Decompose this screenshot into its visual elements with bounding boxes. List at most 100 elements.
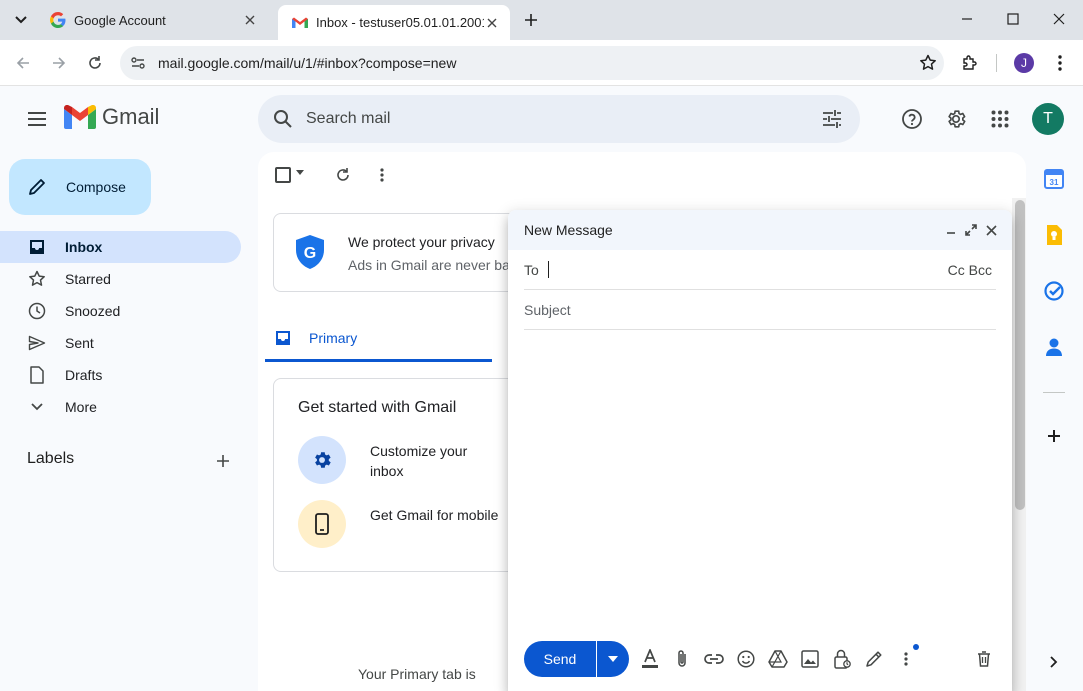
account-avatar[interactable]: T — [1032, 103, 1064, 135]
gmail-logo-text: Gmail — [102, 104, 160, 129]
forward-button[interactable] — [46, 50, 72, 76]
more-options-icon[interactable] — [895, 648, 917, 670]
select-caret-icon[interactable] — [296, 170, 304, 175]
confidential-mode-icon[interactable] — [831, 648, 853, 670]
gmail-logo[interactable]: Gmail — [64, 104, 159, 130]
inbox-icon — [276, 330, 290, 345]
refresh-icon[interactable] — [332, 164, 354, 186]
close-icon[interactable] — [484, 15, 500, 31]
toolbar-divider — [996, 54, 997, 72]
attach-file-icon[interactable] — [671, 648, 693, 670]
nav-item-label: Inbox — [65, 239, 103, 255]
tasks-icon[interactable] — [1042, 279, 1066, 303]
send-icon — [28, 335, 46, 351]
search-options-icon[interactable] — [804, 110, 860, 128]
nav-item-drafts[interactable]: Drafts — [0, 359, 241, 391]
caret-down-icon — [608, 656, 618, 662]
subject-input[interactable]: Subject — [524, 302, 571, 318]
minimize-icon — [962, 18, 972, 20]
nav-item-starred[interactable]: Starred — [0, 263, 241, 295]
subject-field[interactable]: Subject — [524, 290, 996, 330]
browser-tab-inbox[interactable]: Inbox - testuser05.01.01.2001@ — [278, 5, 510, 40]
more-actions-icon[interactable] — [371, 164, 393, 186]
apps-grid-icon[interactable] — [987, 106, 1013, 132]
get-addons-plus-icon[interactable] — [1042, 424, 1066, 448]
compose-header[interactable]: New Message — [508, 210, 1012, 250]
minimize-icon[interactable] — [942, 221, 960, 239]
clock-icon — [28, 302, 46, 320]
plus-icon — [525, 14, 537, 26]
reload-button[interactable] — [82, 50, 108, 76]
shield-icon: G — [294, 234, 326, 270]
phone-icon[interactable] — [298, 500, 346, 548]
close-window-button[interactable] — [1047, 7, 1071, 31]
nav-item-label: More — [65, 399, 97, 415]
get-mobile-link[interactable]: Get Gmail for mobile — [370, 505, 500, 525]
minimize-window-button[interactable] — [955, 7, 979, 31]
customize-inbox-link[interactable]: Customize your inbox — [370, 441, 500, 481]
close-icon — [1053, 13, 1065, 25]
send-button[interactable]: Send — [524, 641, 596, 677]
privacy-title: We protect your privacy — [348, 234, 495, 250]
full-screen-icon[interactable] — [962, 221, 980, 239]
compose-button[interactable]: Compose — [9, 159, 151, 215]
contacts-icon[interactable] — [1042, 335, 1066, 359]
side-panel-divider — [1043, 392, 1065, 393]
nav-item-label: Drafts — [65, 367, 103, 383]
extensions-button[interactable] — [957, 50, 983, 76]
search-icon[interactable] — [260, 109, 306, 129]
tab-primary[interactable]: Primary — [265, 316, 492, 362]
nav-item-sent[interactable]: Sent — [0, 327, 241, 359]
insert-signature-icon[interactable] — [863, 648, 885, 670]
pencil-icon — [29, 179, 45, 195]
close-icon[interactable] — [982, 221, 1000, 239]
browser-menu-button[interactable] — [1047, 50, 1073, 76]
gear-icon[interactable] — [298, 436, 346, 484]
hamburger-icon — [28, 112, 46, 126]
search-bar[interactable]: Search mail — [258, 95, 860, 143]
select-all-checkbox[interactable] — [275, 167, 291, 183]
bookmark-star-icon[interactable] — [912, 54, 944, 72]
main-menu-button[interactable] — [23, 105, 51, 133]
gmail-logo-icon — [64, 105, 96, 129]
cc-bcc-link[interactable]: Cc Bcc — [948, 262, 992, 278]
browser-profile-avatar[interactable]: J — [1014, 53, 1034, 73]
calendar-icon[interactable]: 31 — [1042, 167, 1066, 191]
search-input[interactable]: Search mail — [306, 110, 804, 128]
google-g-icon — [50, 12, 66, 28]
formatting-options-icon[interactable] — [639, 648, 661, 670]
add-label-button[interactable] — [212, 450, 234, 472]
maximize-window-button[interactable] — [1001, 7, 1025, 31]
schedule-send-dropdown[interactable] — [597, 641, 629, 677]
insert-photo-icon[interactable] — [799, 648, 821, 670]
draft-icon — [28, 366, 46, 384]
url-text[interactable]: mail.google.com/mail/u/1/#inbox?compose=… — [158, 55, 912, 71]
nav-item-label: Starred — [65, 271, 111, 287]
scrollbar-thumb[interactable] — [1015, 200, 1025, 510]
show-side-panel-chevron-icon[interactable] — [1042, 650, 1066, 674]
settings-gear-icon[interactable] — [943, 106, 969, 132]
help-icon[interactable] — [899, 106, 925, 132]
keep-icon[interactable] — [1042, 223, 1066, 247]
insert-emoji-icon[interactable] — [735, 648, 757, 670]
discard-draft-trash-icon[interactable] — [973, 648, 995, 670]
puzzle-icon — [963, 55, 977, 70]
tab-search-button[interactable] — [8, 8, 34, 32]
privacy-subtitle: Ads in Gmail are never ba — [348, 257, 510, 273]
nav-item-inbox[interactable]: Inbox — [0, 231, 241, 263]
google-drive-icon[interactable] — [767, 648, 789, 670]
site-info-icon[interactable] — [120, 46, 156, 80]
new-tab-button[interactable] — [518, 8, 544, 32]
send-button-group: Send — [524, 641, 629, 677]
compose-window: New Message To Cc Bcc Subject Send — [508, 210, 1012, 691]
browser-tab-google-account[interactable]: Google Account — [36, 4, 268, 36]
nav-item-more[interactable]: More — [0, 391, 241, 423]
insert-link-icon[interactable] — [703, 648, 725, 670]
address-bar[interactable]: mail.google.com/mail/u/1/#inbox?compose=… — [120, 46, 944, 80]
kebab-menu-icon — [1058, 55, 1062, 71]
back-button[interactable] — [10, 50, 36, 76]
svg-text:31: 31 — [1050, 178, 1059, 187]
close-icon[interactable] — [242, 12, 258, 28]
nav-item-snoozed[interactable]: Snoozed — [0, 295, 241, 327]
to-field[interactable]: To Cc Bcc — [524, 250, 996, 290]
